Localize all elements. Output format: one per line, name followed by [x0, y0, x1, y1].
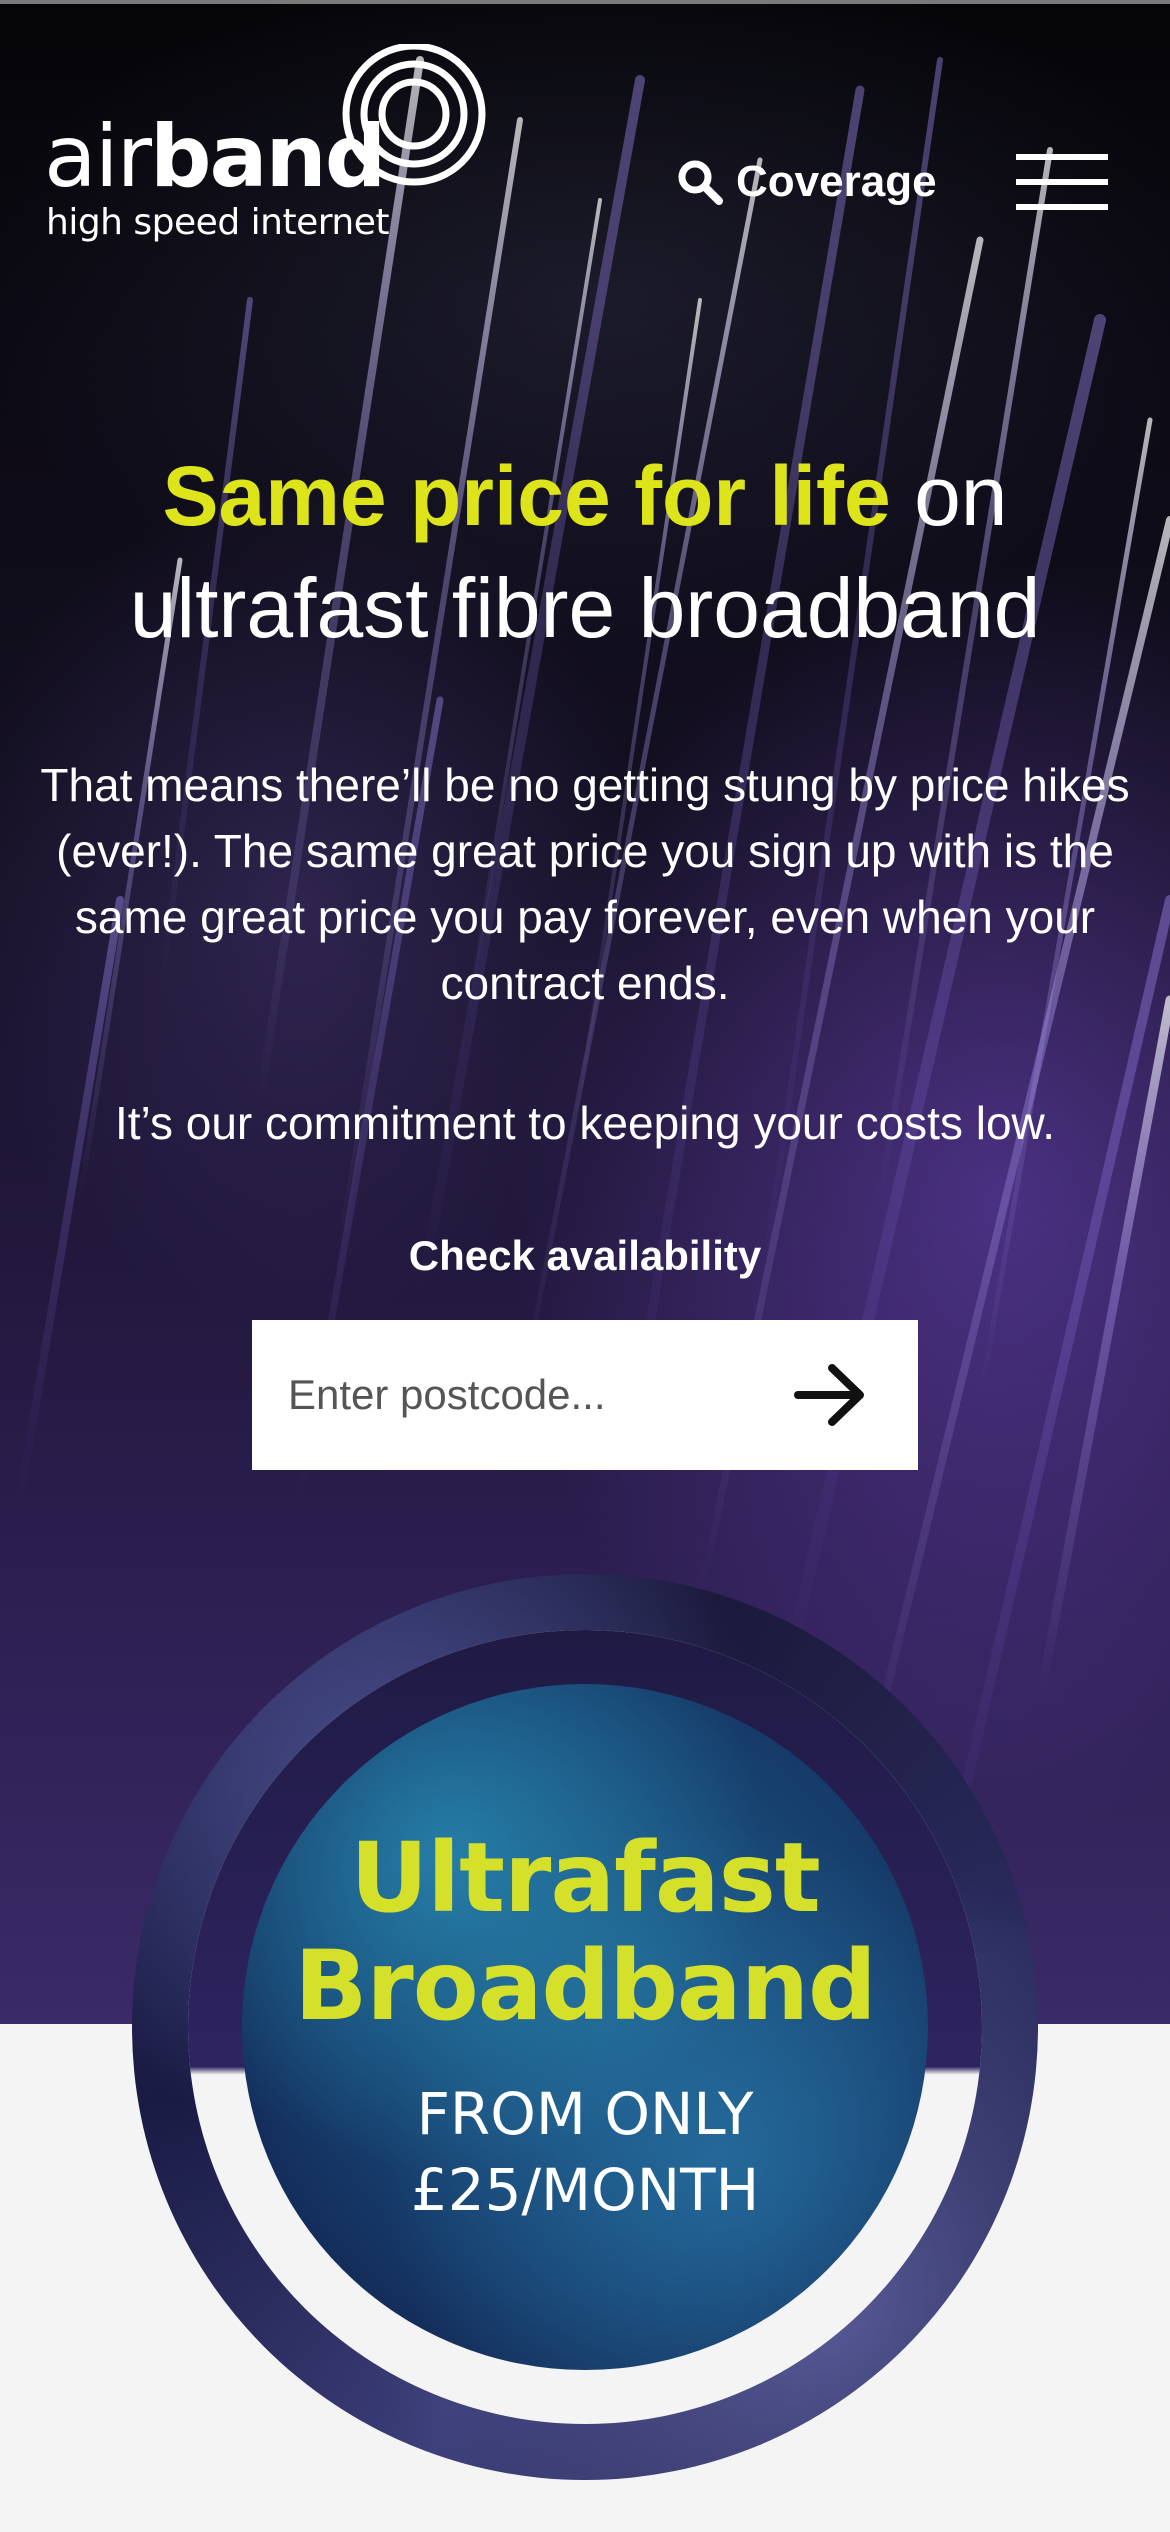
promo-sub-line-1: FROM ONLY [416, 2080, 754, 2148]
promo-title-line-2: Broadband [294, 1930, 877, 2042]
postcode-input[interactable] [252, 1320, 752, 1470]
airband-logo[interactable]: airband high speed internet [44, 44, 486, 254]
search-icon [678, 160, 723, 205]
hero-commitment-text: It’s our commitment to keeping your cost… [115, 1097, 1055, 1149]
promo-title-line-1: Ultrafast [350, 1822, 820, 1934]
headline-highlight: Same price for life [162, 449, 891, 543]
top-border [0, 0, 1170, 4]
promo-price: FROM ONLY £25/MONTH [242, 2076, 928, 2228]
page: airband high speed internet Coverage Sam… [0, 0, 1170, 2532]
promo-badge[interactable]: Ultrafast Broadband FROM ONLY £25/MONTH [132, 1574, 1038, 2480]
headline-part-2: ultrafast fibre broadband [129, 561, 1041, 655]
logo-tagline: high speed internet [46, 202, 389, 243]
coverage-label: Coverage [736, 157, 937, 206]
logo-word-light: air [44, 107, 152, 207]
promo-sub-line-2: £25/MONTH [410, 2156, 760, 2224]
postcode-form [252, 1320, 918, 1470]
headline-part-1: on [890, 449, 1008, 543]
logo-wordmark: airband [44, 114, 386, 200]
hero-paragraph: That means there’ll be no getting stung … [40, 759, 1130, 1009]
hero-headline: Same price for life on ultrafast fibre b… [40, 440, 1130, 664]
check-availability-label: Check availability [408, 1232, 762, 1279]
arrow-right-icon[interactable] [792, 1360, 868, 1430]
coverage-link[interactable]: Coverage [676, 150, 937, 214]
logo-word-bold: band [149, 107, 386, 207]
promo-inner-circle: Ultrafast Broadband FROM ONLY £25/MONTH [242, 1684, 928, 2370]
promo-title: Ultrafast Broadband [242, 1824, 928, 2040]
hamburger-menu-icon[interactable] [1016, 154, 1108, 210]
